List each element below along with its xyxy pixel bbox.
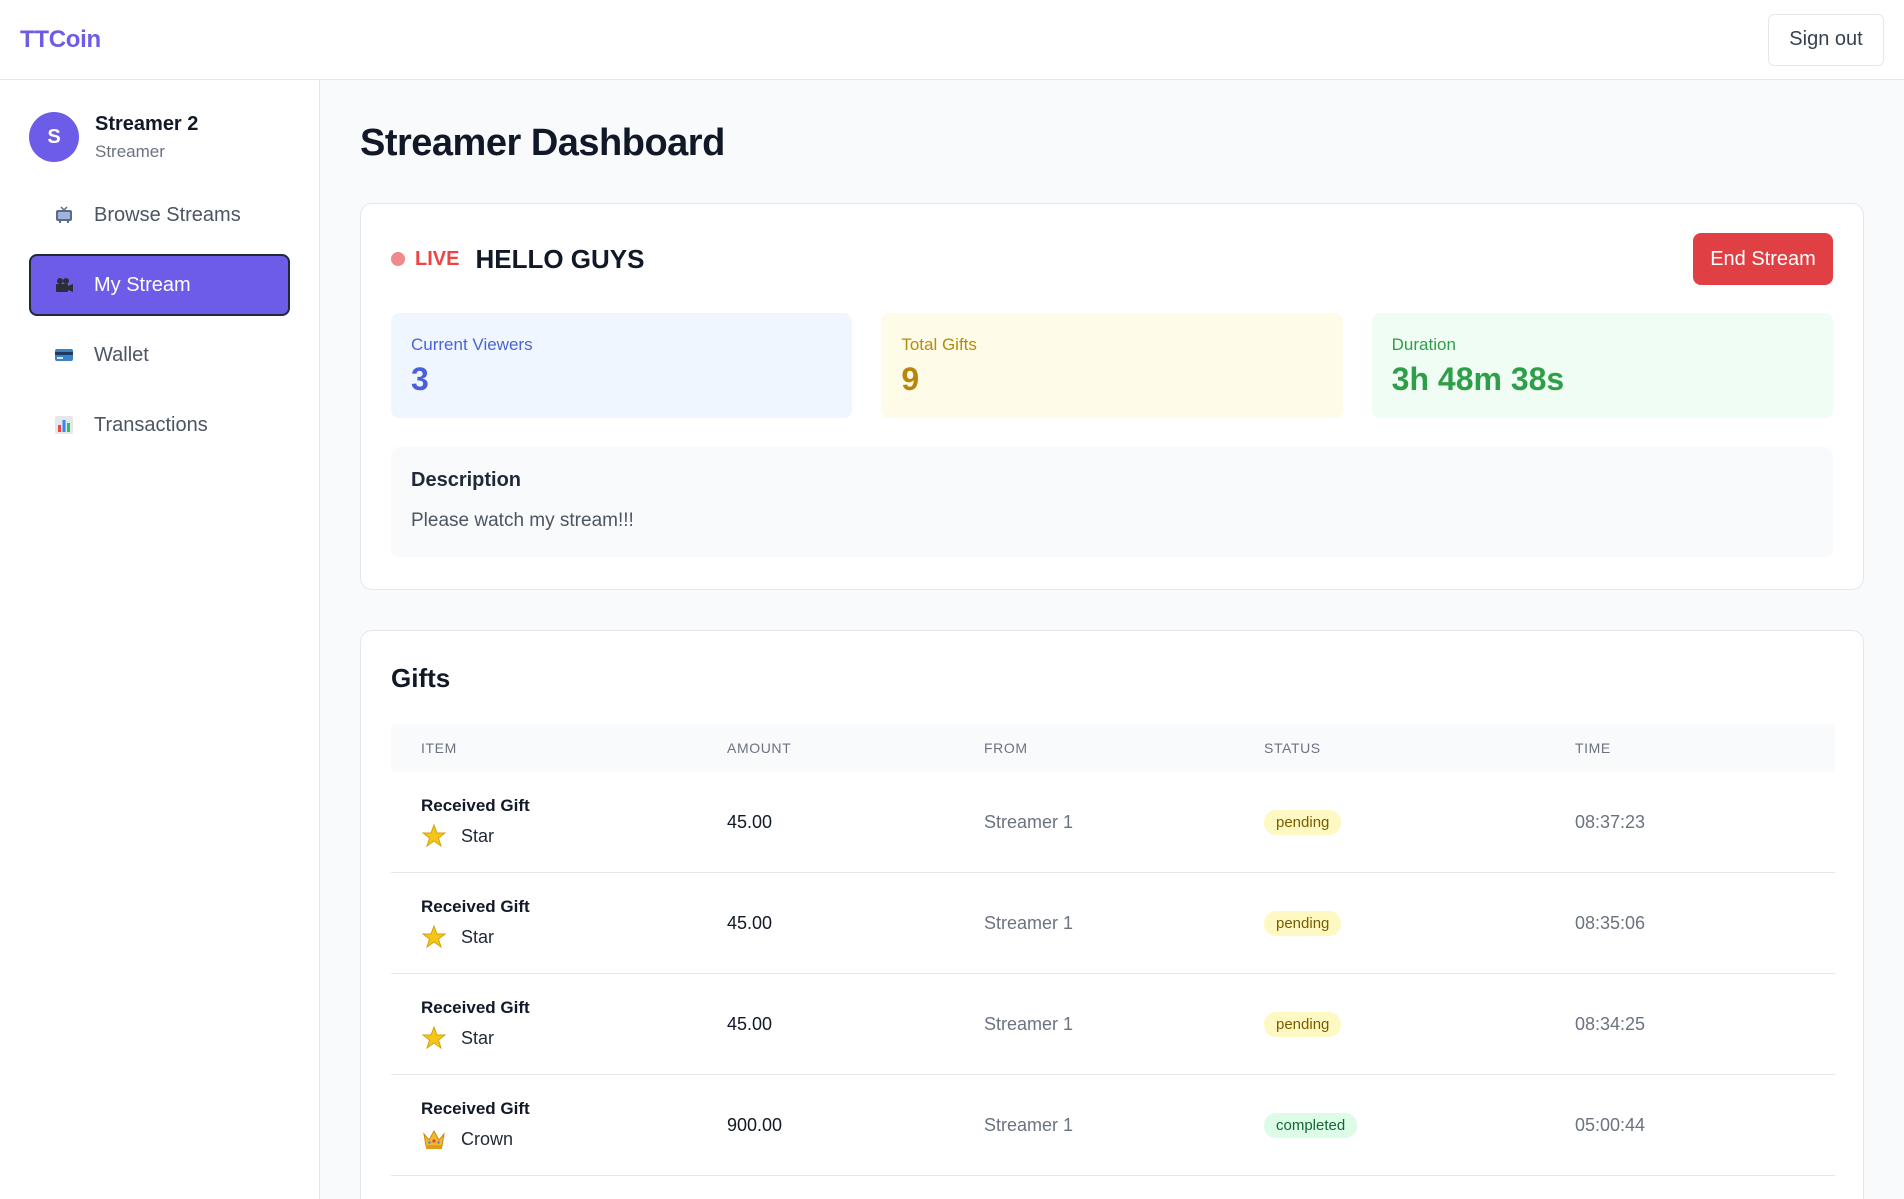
stat-current-viewers: Current Viewers 3 <box>391 313 853 418</box>
column-header-time: Time <box>1575 740 1611 756</box>
sidebar-item-label: Wallet <box>94 343 149 366</box>
video-camera-icon <box>54 275 74 295</box>
sidebar-item-browse-streams[interactable]: Browse Streams <box>29 184 290 246</box>
stat-label: Total Gifts <box>901 335 977 354</box>
sign-out-button[interactable]: Sign out <box>1768 13 1884 66</box>
gift-title: Received Gift <box>421 897 530 916</box>
star-icon <box>421 925 447 949</box>
gift-name: Star <box>461 1027 495 1048</box>
gift-name: Crown <box>461 1128 514 1149</box>
gifts-card: Gifts Item Amount From Status Time Recei… <box>360 630 1864 1199</box>
credit-card-icon <box>54 345 74 365</box>
sidebar-item-my-stream[interactable]: My Stream <box>29 254 290 316</box>
description-title: Description <box>411 469 522 491</box>
column-header-amount: Amount <box>727 740 792 756</box>
gift-from: Streamer 1 <box>984 912 1074 933</box>
tv-icon <box>54 205 74 225</box>
status-badge: completed <box>1264 1112 1358 1138</box>
stat-total-gifts: Total Gifts 9 <box>881 313 1343 418</box>
table-row: Received Gift Star 45.00 Streamer 1 pend… <box>391 974 1835 1075</box>
gift-time: 08:34:25 <box>1575 1013 1646 1034</box>
sidebar-item-label: My Stream <box>94 273 191 296</box>
gift-name: Star <box>461 926 495 947</box>
status-badge: pending <box>1264 1011 1342 1037</box>
status-badge: pending <box>1264 910 1342 936</box>
live-indicator-icon <box>391 252 405 266</box>
main-content: Streamer Dashboard LIVE HELLO GUYS End S… <box>360 80 1864 1199</box>
star-icon <box>421 1026 447 1050</box>
description-text: Please watch my stream!!! <box>411 510 634 531</box>
page-title: Streamer Dashboard <box>360 122 725 164</box>
column-header-item: Item <box>421 740 457 756</box>
sidebar-item-transactions[interactable]: Transactions <box>29 394 290 456</box>
gifts-table: Item Amount From Status Time Received Gi… <box>391 724 1835 1176</box>
gift-amount: 45.00 <box>727 811 773 832</box>
gift-amount: 45.00 <box>727 1013 773 1034</box>
live-badge: LIVE <box>415 247 460 270</box>
end-stream-button[interactable]: End Stream <box>1693 233 1833 285</box>
user-name: Streamer 2 <box>95 112 199 135</box>
stat-value: 3 <box>411 361 429 397</box>
stat-label: Duration <box>1391 335 1456 354</box>
gift-from: Streamer 1 <box>984 1013 1074 1034</box>
table-row: Received Gift Crown 900.00 Streamer 1 co… <box>391 1075 1835 1176</box>
gift-time: 08:35:06 <box>1575 912 1646 933</box>
sidebar-item-label: Transactions <box>94 413 208 436</box>
stream-description: Description Please watch my stream!!! <box>391 447 1833 557</box>
gift-title: Received Gift <box>421 796 530 815</box>
sidebar: S Streamer 2 Streamer Browse Streams My … <box>0 80 320 1199</box>
gift-title: Received Gift <box>421 998 530 1017</box>
crown-icon <box>421 1127 447 1151</box>
gift-from: Streamer 1 <box>984 1114 1074 1135</box>
column-header-status: Status <box>1264 740 1321 756</box>
gift-from: Streamer 1 <box>984 811 1074 832</box>
user-role: Streamer <box>95 141 165 161</box>
avatar: S <box>29 112 79 162</box>
gifts-title: Gifts <box>391 663 451 693</box>
stat-duration: Duration 3h 48m 38s <box>1371 313 1833 418</box>
gift-name: Star <box>461 825 495 846</box>
gift-time: 08:37:23 <box>1575 811 1646 832</box>
brand-logo[interactable]: TTCoin <box>20 26 101 54</box>
stream-title: HELLO GUYS <box>475 243 645 274</box>
column-header-from: From <box>984 740 1028 756</box>
stream-header: LIVE HELLO GUYS End Stream <box>391 233 1833 285</box>
gift-amount: 45.00 <box>727 912 773 933</box>
table-row: Received Gift Star 45.00 Streamer 1 pend… <box>391 772 1835 873</box>
table-header: Item Amount From Status Time <box>391 724 1835 772</box>
stream-stats: Current Viewers 3 Total Gifts 9 Duration… <box>391 313 1833 418</box>
bar-chart-icon <box>54 415 74 435</box>
status-badge: pending <box>1264 809 1342 835</box>
user-profile: S Streamer 2 Streamer <box>29 112 290 162</box>
top-bar: TTCoin Sign out <box>0 0 1904 80</box>
gift-amount: 900.00 <box>727 1114 783 1135</box>
stat-label: Current Viewers <box>411 335 533 354</box>
table-row: Received Gift Star 45.00 Streamer 1 pend… <box>391 873 1835 974</box>
gift-time: 05:00:44 <box>1575 1114 1646 1135</box>
stream-card: LIVE HELLO GUYS End Stream Current Viewe… <box>360 203 1864 590</box>
stat-value: 3h 48m 38s <box>1391 361 1565 397</box>
star-icon <box>421 824 447 848</box>
sidebar-item-wallet[interactable]: Wallet <box>29 324 290 386</box>
gift-title: Received Gift <box>421 1099 530 1118</box>
sidebar-item-label: Browse Streams <box>94 203 241 226</box>
stat-value: 9 <box>901 361 920 397</box>
